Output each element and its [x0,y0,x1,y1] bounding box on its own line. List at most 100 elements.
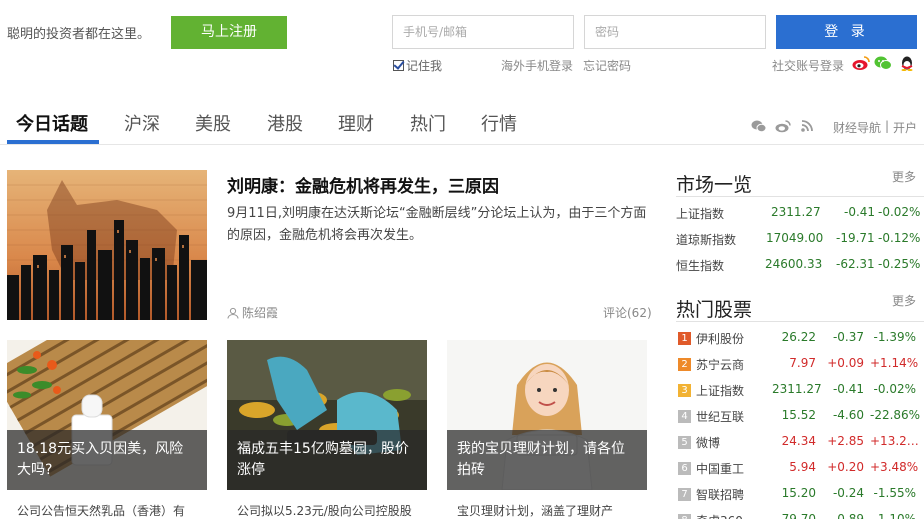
stock-price: 15.52 [781,408,816,422]
rank-badge: 6 [678,462,691,475]
stock-name: 微博 [696,436,721,450]
password-input[interactable] [584,15,766,49]
username-input[interactable] [392,15,574,49]
hot-stock-row[interactable]: 4 世纪互联 15.52 -4.60 -22.86% [676,408,924,428]
login-button[interactable]: 登 录 [776,15,917,49]
tab-hushen[interactable]: 沪深 [124,110,160,136]
card-summary: 公司拟以5.23元/股向公司控股股 [237,504,412,518]
remember-checkbox[interactable] [393,60,404,71]
market-row[interactable]: 上证指数 2311.27 -0.41 -0.02% [676,205,924,225]
featured-image[interactable] [7,170,207,320]
market-percent: -0.12% [878,231,921,245]
remember-label: 记住我 [406,59,443,73]
market-row[interactable]: 恒生指数 24600.33 -62.31 -0.25% [676,257,924,277]
overseas-phone-login-link[interactable]: 海外手机登录 [501,57,573,74]
divider [676,196,924,197]
weibo-icon[interactable] [775,119,791,133]
stock-change: +0.09 [827,356,864,370]
stock-name: 世纪互联 [696,410,745,424]
main-nav: 今日话题 沪深 美股 港股 理财 热门 行情 财经导航 | 开户 [0,100,924,145]
market-name: 道琼斯指数 [676,233,737,247]
hot-stock-row[interactable]: 1 伊利股份 26.22 -0.37 -1.39% [676,330,924,350]
forgot-password-link[interactable]: 忘记密码 [583,57,631,74]
stock-name: 中国重工 [696,462,745,476]
tab-wealth[interactable]: 理财 [338,110,374,136]
register-button[interactable]: 马上注册 [171,16,287,49]
article-card[interactable]: 18.18元买入贝因美，风险大吗? 公司公告恒天然乳品（香港）有 [7,340,207,519]
rank-badge: 4 [678,410,691,423]
rank-badge: 2 [678,358,691,371]
hot-stock-row[interactable]: 8 奇虎360 79.70 -0.89 -1.10% [676,512,924,519]
login-bar: 聪明的投资者都在这里。 马上注册 登 录 记住我 海外手机登录 忘记密码 社交账… [0,0,924,90]
market-name: 恒生指数 [676,259,725,273]
tab-quotes[interactable]: 行情 [481,110,517,136]
active-tab-indicator [7,140,99,144]
article-card[interactable]: 福成五丰15亿购墓园，股价涨停 公司拟以5.23元/股向公司控股股 [227,340,427,519]
tab-us-stocks[interactable]: 美股 [195,110,231,136]
card-summary: 宝贝理财计划，涵盖了理财产 [457,504,614,518]
featured-author[interactable]: 陈绍霞 [227,304,278,321]
card-summary: 公司公告恒天然乳品（香港）有 [17,504,186,518]
rank-badge: 8 [678,514,691,519]
article-card[interactable]: 我的宝贝理财计划，请各位拍砖 宝贝理财计划，涵盖了理财产 [447,340,647,519]
stock-name: 苏宁云商 [696,358,745,372]
stock-change: -0.24 [832,486,864,500]
stock-name: 奇虎360 [696,512,743,519]
market-row[interactable]: 道琼斯指数 17049.00 -19.71 -0.12% [676,231,924,251]
wechat-icon[interactable] [751,119,767,133]
open-account-link[interactable]: 开户 [893,119,917,136]
comment-count-link[interactable]: 评论(62) [603,304,652,321]
remember-me[interactable]: 记住我 [393,57,442,74]
hot-stock-row[interactable]: 2 苏宁云商 7.97 +0.09 +1.14% [676,356,924,376]
stock-change: -0.89 [832,512,864,519]
card-caption: 福成五丰15亿购墓园，股价涨停 [227,430,427,490]
rank-badge: 5 [678,436,691,449]
tab-hot[interactable]: 热门 [410,110,446,136]
stock-percent: +3.48% [870,460,919,474]
market-more-link[interactable]: 更多 [892,168,916,185]
weibo-icon[interactable] [852,55,870,71]
rank-badge: 7 [678,488,691,501]
market-name: 上证指数 [676,207,725,221]
stock-price: 24.34 [781,434,816,448]
qq-icon[interactable] [898,55,916,71]
featured-description: 9月11日,刘明康在达沃斯论坛“金融断层线”分论坛上认为，由于三个方面的原因，金… [227,206,647,243]
stock-name: 上证指数 [696,384,745,398]
stock-name: 智联招聘 [696,488,745,502]
tab-today-topic[interactable]: 今日话题 [16,110,88,136]
hot-stocks-more-link[interactable]: 更多 [892,292,916,309]
rss-icon[interactable] [800,119,816,133]
stock-percent: +1.14% [870,356,919,370]
stock-percent: -22.86% [870,408,921,422]
stock-percent: +13.2… [870,434,919,448]
card-caption: 我的宝贝理财计划，请各位拍砖 [447,430,647,490]
market-change: -62.31 [836,257,875,271]
market-percent: -0.25% [878,257,921,271]
stock-name: 伊利股份 [696,332,745,346]
hot-stock-row[interactable]: 3 上证指数 2311.27 -0.41 -0.02% [676,382,924,402]
market-change: -0.41 [844,205,876,219]
hot-stock-row[interactable]: 6 中国重工 5.94 +0.20 +3.48% [676,460,924,480]
tab-hk-stocks[interactable]: 港股 [267,110,303,136]
finance-nav-link[interactable]: 财经导航 [833,119,881,136]
market-value: 17049.00 [766,231,824,245]
hot-stock-row[interactable]: 7 智联招聘 15.20 -0.24 -1.55% [676,486,924,506]
featured-title[interactable]: 刘明康：金融危机将再发生，三原因 [227,172,499,197]
card-caption: 18.18元买入贝因美，风险大吗? [7,430,207,490]
stock-change: +0.20 [827,460,864,474]
market-value: 24600.33 [765,257,823,271]
stock-price: 7.97 [789,356,816,370]
stock-price: 5.94 [789,460,816,474]
stock-price: 79.70 [781,512,816,519]
stock-percent: -1.55% [873,486,916,500]
rank-badge: 1 [678,332,691,345]
stock-change: -4.60 [832,408,864,422]
stock-change: -0.37 [832,330,864,344]
hot-stock-row[interactable]: 5 微博 24.34 +2.85 +13.2… [676,434,924,454]
stock-percent: -0.02% [873,382,916,396]
market-change: -19.71 [836,231,875,245]
site-slogan: 聪明的投资者都在这里。 [7,27,151,42]
wechat-icon[interactable] [874,55,892,71]
stock-price: 2311.27 [772,382,822,396]
nav-separator: | [885,119,890,133]
